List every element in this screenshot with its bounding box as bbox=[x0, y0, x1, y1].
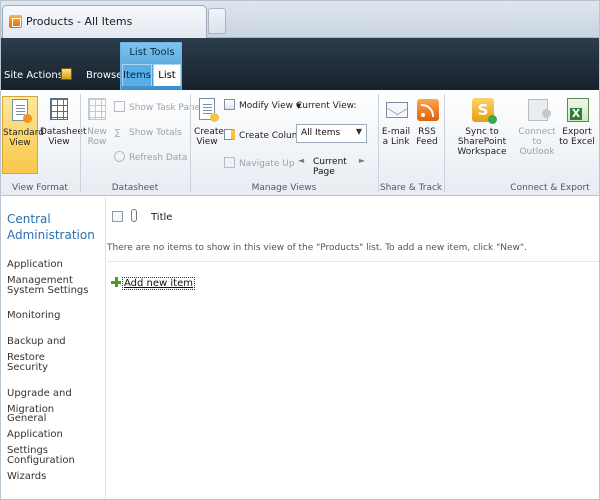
nav-item-general-application-settings[interactable]: General Application Settings bbox=[7, 411, 102, 459]
standard-view-button[interactable]: Standard View bbox=[2, 96, 44, 174]
standard-view-label: Standard View bbox=[3, 128, 44, 148]
envelope-icon bbox=[383, 96, 409, 124]
list-header-row: Title bbox=[107, 207, 600, 229]
tab-list[interactable]: List bbox=[153, 64, 181, 86]
task-pane-icon bbox=[114, 101, 125, 112]
current-view-label: Current View: bbox=[296, 101, 357, 111]
standard-view-icon bbox=[7, 97, 33, 125]
datasheet-view-icon bbox=[46, 96, 72, 124]
email-link-button[interactable]: E-mail a Link bbox=[381, 96, 411, 174]
chevron-down-icon: ▼ bbox=[355, 127, 362, 136]
group-label-view-format: View Format bbox=[12, 183, 68, 193]
column-header-title[interactable]: Title bbox=[151, 212, 172, 223]
group-label-connect-export: Connect & Export bbox=[510, 183, 590, 193]
group-label-datasheet: Datasheet bbox=[111, 183, 159, 193]
create-column-icon bbox=[224, 129, 235, 140]
nav-item-security[interactable]: Security bbox=[7, 360, 105, 376]
current-view-select[interactable]: All Items ▼ bbox=[296, 124, 367, 143]
ribbon-separator bbox=[190, 94, 191, 192]
rss-icon bbox=[414, 96, 440, 124]
rss-feed-label: RSS Feed bbox=[416, 127, 438, 147]
sync-sharepoint-workspace-button[interactable]: S Sync to SharePoint Workspace bbox=[446, 96, 518, 174]
add-new-item-label: Add new item bbox=[122, 277, 195, 290]
group-label-share-track: Share & Track bbox=[379, 183, 443, 193]
sharepoint-page-icon bbox=[9, 15, 22, 28]
show-totals-button[interactable]: Σ Show Totals bbox=[114, 125, 182, 141]
excel-icon bbox=[564, 96, 590, 124]
rss-feed-button[interactable]: RSS Feed bbox=[413, 96, 441, 174]
select-all-checkbox[interactable] bbox=[112, 211, 123, 222]
nav-item-monitoring[interactable]: Monitoring bbox=[7, 308, 105, 324]
connect-outlook-button[interactable]: Connect to Outlook bbox=[518, 96, 556, 174]
new-row-label: New Row bbox=[87, 127, 107, 147]
ribbon-header: Site Actions▼ Browse List Tools Items Li… bbox=[0, 38, 600, 90]
export-excel-label: Export to Excel bbox=[559, 127, 595, 147]
create-view-icon bbox=[194, 96, 220, 124]
empty-list-message: There are no items to show in this view … bbox=[107, 243, 527, 253]
sync-label: Sync to SharePoint Workspace bbox=[457, 127, 507, 157]
new-tab-button[interactable] bbox=[208, 8, 226, 34]
new-row-icon bbox=[84, 96, 110, 124]
navigate-up-icon bbox=[224, 157, 235, 168]
plus-icon bbox=[111, 277, 121, 287]
ribbon-separator bbox=[378, 94, 379, 192]
navigate-up-folder-icon[interactable] bbox=[61, 68, 72, 80]
nav-heading-central-administration[interactable]: Central Administration bbox=[7, 211, 97, 243]
list-tools-label: List Tools bbox=[129, 47, 175, 58]
browser-tab-title: Products - All Items bbox=[26, 15, 133, 28]
show-totals-label: Show Totals bbox=[129, 128, 182, 138]
connect-outlook-label: Connect to Outlook bbox=[518, 127, 556, 157]
navigate-up-button[interactable]: Navigate Up bbox=[224, 156, 295, 172]
create-column-button[interactable]: Create Column bbox=[224, 128, 306, 144]
tab-items[interactable]: Items bbox=[122, 64, 152, 86]
next-page-icon[interactable]: ► bbox=[359, 156, 365, 165]
sharepoint-workspace-icon: S bbox=[469, 96, 497, 124]
navigate-up-label: Navigate Up bbox=[239, 159, 295, 169]
email-link-label: E-mail a Link bbox=[381, 127, 411, 147]
export-excel-button[interactable]: Export to Excel bbox=[558, 96, 596, 174]
current-page-pager: ◄ Current Page ► bbox=[296, 153, 367, 177]
refresh-icon bbox=[114, 151, 125, 162]
refresh-data-button[interactable]: Refresh Data bbox=[114, 150, 187, 166]
divider bbox=[107, 261, 600, 262]
new-row-button[interactable]: New Row bbox=[84, 96, 110, 174]
list-view: Title There are no items to show in this… bbox=[107, 197, 600, 500]
modify-view-label: Modify View bbox=[239, 101, 294, 111]
add-new-item-link[interactable]: Add new item bbox=[111, 277, 195, 290]
current-view-value: All Items bbox=[301, 128, 341, 138]
ribbon-separator bbox=[444, 94, 445, 192]
ribbon: Standard View Datasheet View View Format… bbox=[0, 90, 600, 196]
browser-tab[interactable]: Products - All Items bbox=[2, 5, 207, 38]
show-task-pane-button[interactable]: Show Task Pane bbox=[114, 100, 200, 116]
attachment-icon bbox=[131, 209, 137, 222]
sigma-icon: Σ bbox=[114, 127, 121, 140]
nav-item-configuration-wizards[interactable]: Configuration Wizards bbox=[7, 453, 105, 485]
ribbon-separator bbox=[80, 94, 81, 192]
previous-page-icon[interactable]: ◄ bbox=[298, 156, 304, 165]
group-label-manage-views: Manage Views bbox=[251, 183, 317, 193]
left-navigation: Central Administration Application Manag… bbox=[0, 197, 106, 500]
outlook-icon bbox=[524, 96, 551, 124]
site-actions-label: Site Actions bbox=[4, 70, 63, 81]
browser-tab-bar: Products - All Items bbox=[0, 0, 600, 38]
refresh-data-label: Refresh Data bbox=[129, 153, 188, 163]
modify-view-icon bbox=[224, 99, 235, 110]
create-view-label: Create View bbox=[194, 127, 224, 147]
modify-view-button[interactable]: Modify View ▼ bbox=[224, 98, 301, 114]
datasheet-view-button[interactable]: Datasheet View bbox=[40, 96, 87, 174]
tab-browse[interactable]: Browse bbox=[86, 70, 122, 81]
create-view-button[interactable]: Create View bbox=[194, 96, 224, 174]
nav-item-system-settings[interactable]: System Settings bbox=[7, 283, 105, 299]
